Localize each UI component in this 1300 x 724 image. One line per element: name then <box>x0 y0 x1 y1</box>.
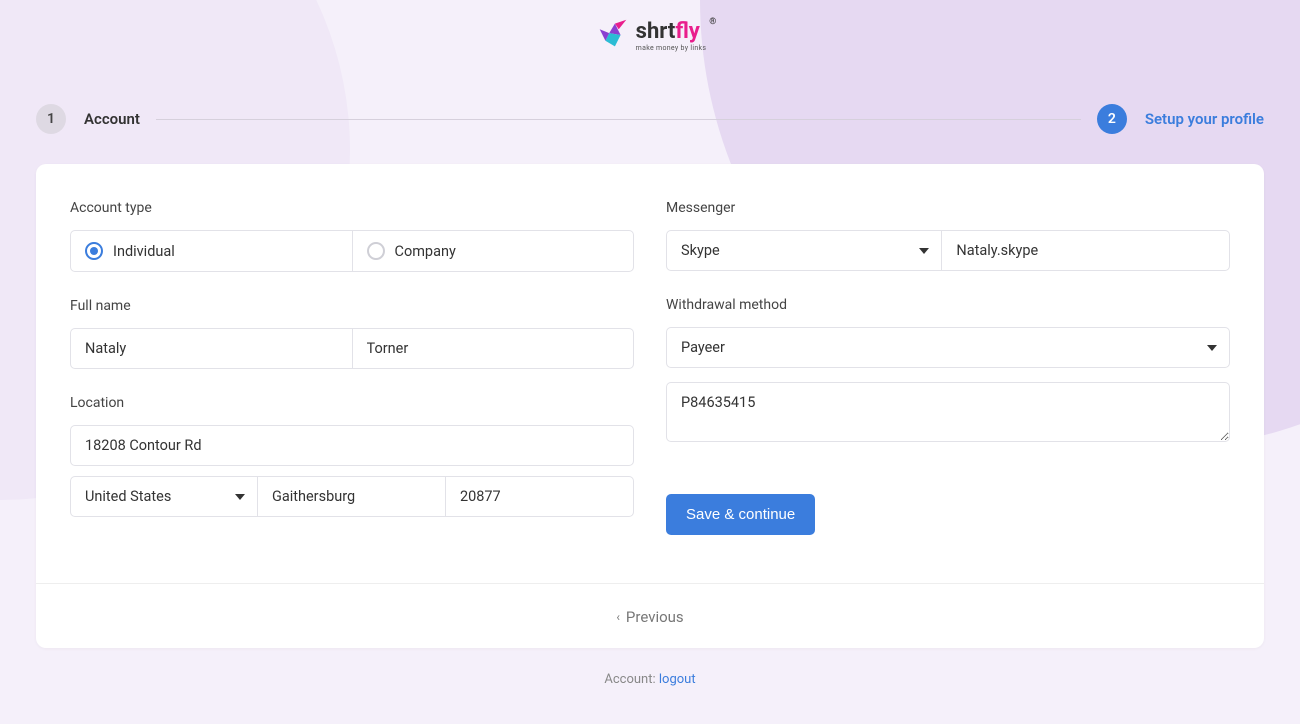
wizard-step-account[interactable]: 1 Account <box>36 104 140 134</box>
wizard-divider <box>156 119 1081 120</box>
radio-icon <box>85 242 103 260</box>
logo-text: shrtfly® make money by links <box>636 19 707 52</box>
logo-main: shrt <box>636 19 676 44</box>
radio-individual[interactable]: Individual <box>71 231 352 271</box>
messenger-label: Messenger <box>666 200 1230 216</box>
last-name-input[interactable] <box>353 328 635 369</box>
previous-label: Previous <box>626 608 684 626</box>
messenger-value-input[interactable] <box>942 230 1230 271</box>
radio-individual-label: Individual <box>113 243 175 260</box>
radio-company[interactable]: Company <box>352 231 634 271</box>
country-select[interactable]: United States <box>70 476 258 517</box>
chevron-left-icon: ‹ <box>616 610 620 624</box>
radio-icon <box>367 242 385 260</box>
logo: shrtfly® make money by links <box>594 16 707 54</box>
step-2-number: 2 <box>1097 104 1127 134</box>
wizard-step-profile[interactable]: 2 Setup your profile <box>1097 104 1264 134</box>
profile-form-card: Account type Individual Company Full na <box>36 164 1264 648</box>
location-label: Location <box>70 395 634 411</box>
withdrawal-method-select[interactable]: Payeer <box>666 327 1230 368</box>
city-input[interactable] <box>258 476 446 517</box>
full-name-label: Full name <box>70 298 634 314</box>
zip-input[interactable] <box>446 476 634 517</box>
previous-link[interactable]: ‹ Previous <box>616 608 683 626</box>
account-type-label: Account type <box>70 200 634 216</box>
footer-prefix: Account: <box>604 672 658 687</box>
withdrawal-label: Withdrawal method <box>666 297 1230 313</box>
first-name-input[interactable] <box>70 328 353 369</box>
withdrawal-details-textarea[interactable]: P84635415 <box>666 382 1230 442</box>
address-input[interactable] <box>70 425 634 466</box>
messenger-type-select[interactable]: Skype <box>666 230 942 271</box>
header: shrtfly® make money by links <box>0 0 1300 54</box>
account-type-radio-group: Individual Company <box>70 230 634 272</box>
wizard-steps: 1 Account 2 Setup your profile <box>0 54 1300 164</box>
page-footer: Account: logout <box>0 672 1300 687</box>
logo-tagline: make money by links <box>636 44 707 52</box>
logout-link[interactable]: logout <box>659 672 696 687</box>
step-1-label: Account <box>84 110 140 128</box>
save-continue-button[interactable]: Save & continue <box>666 494 815 535</box>
hummingbird-icon <box>594 16 632 54</box>
logo-accent: fly <box>675 19 700 44</box>
step-2-label: Setup your profile <box>1145 110 1264 128</box>
step-1-number: 1 <box>36 104 66 134</box>
radio-company-label: Company <box>395 243 456 260</box>
